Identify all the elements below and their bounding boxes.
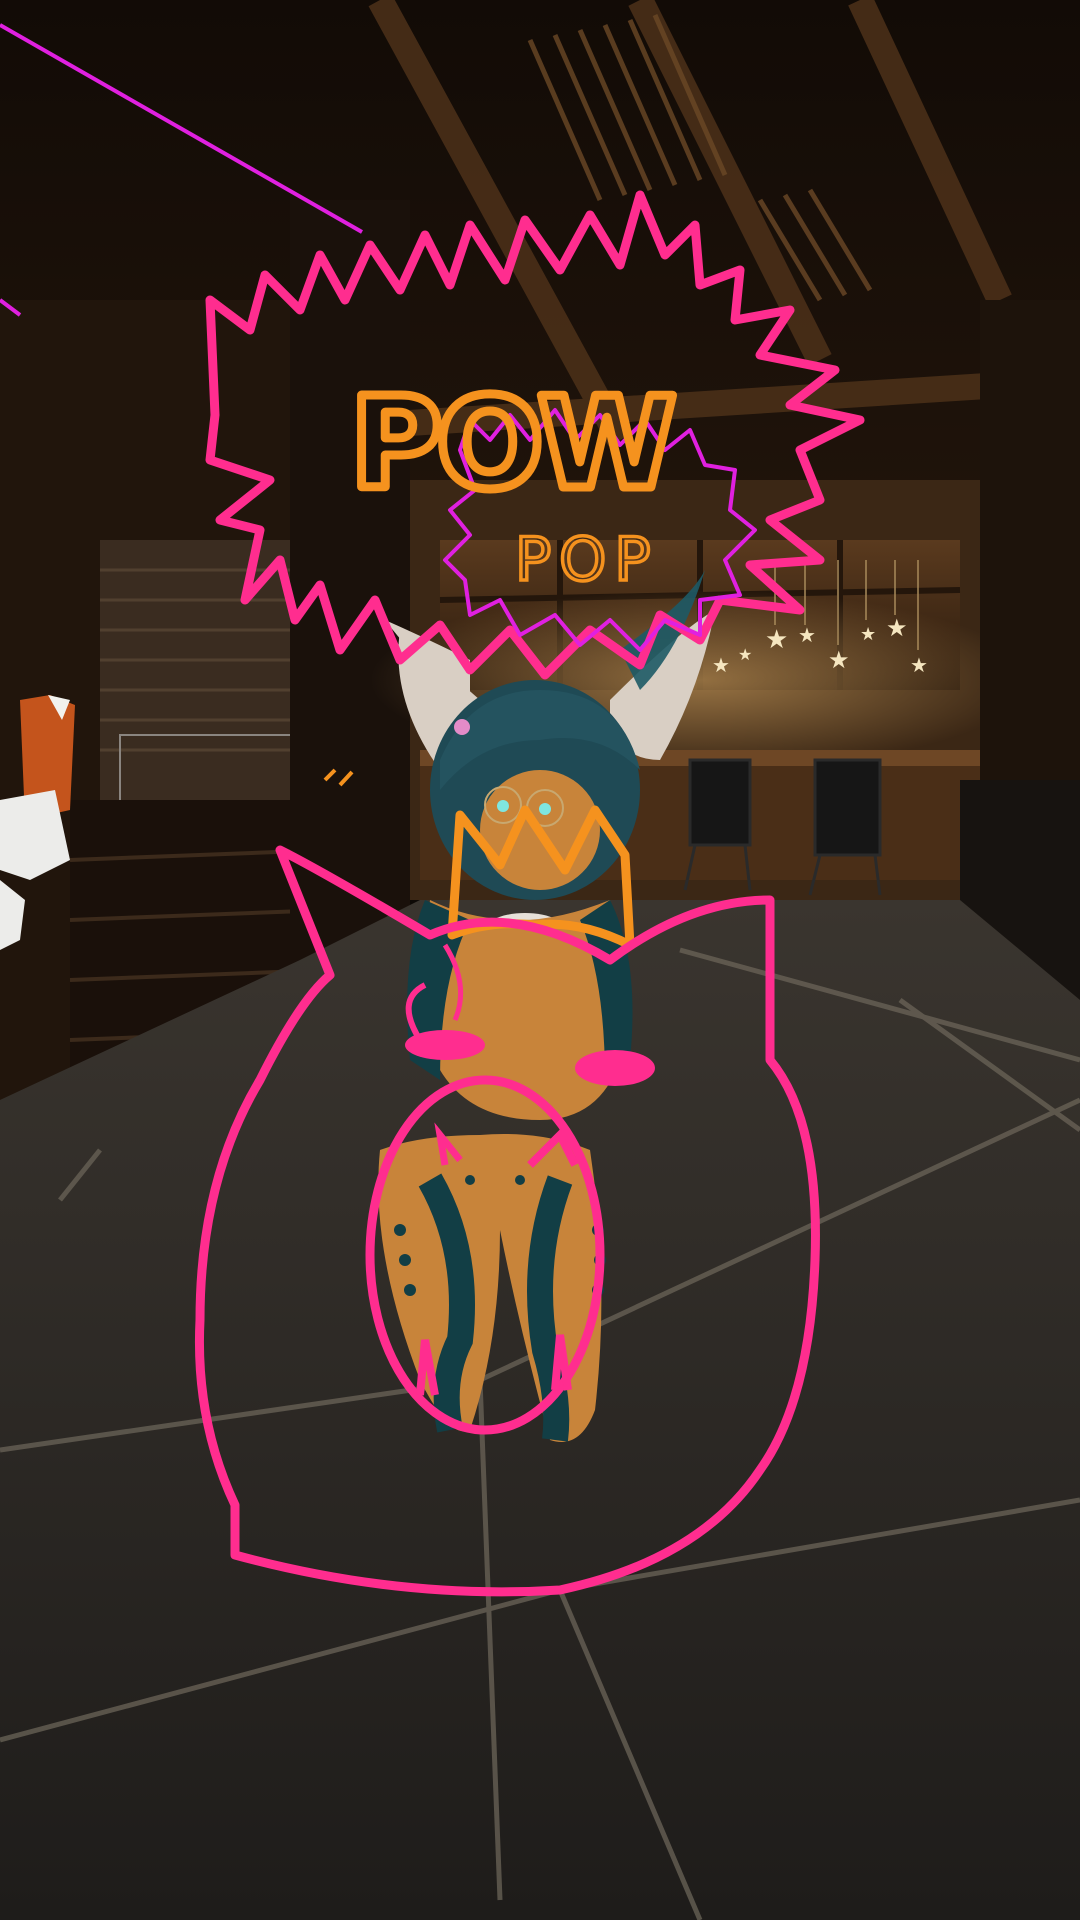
vr-scene-viewport: ★ ★ ★ ★ ★ ★ ★ ★ POW POP [0, 0, 1080, 1920]
pink-cat-outline [194, 845, 820, 1597]
pow-drawing-text: POW [350, 370, 673, 517]
pop-drawing-text: POP [515, 525, 659, 595]
pen-drawings-layer: POW POP [194, 190, 865, 1597]
pink-paw-right [575, 1050, 655, 1086]
